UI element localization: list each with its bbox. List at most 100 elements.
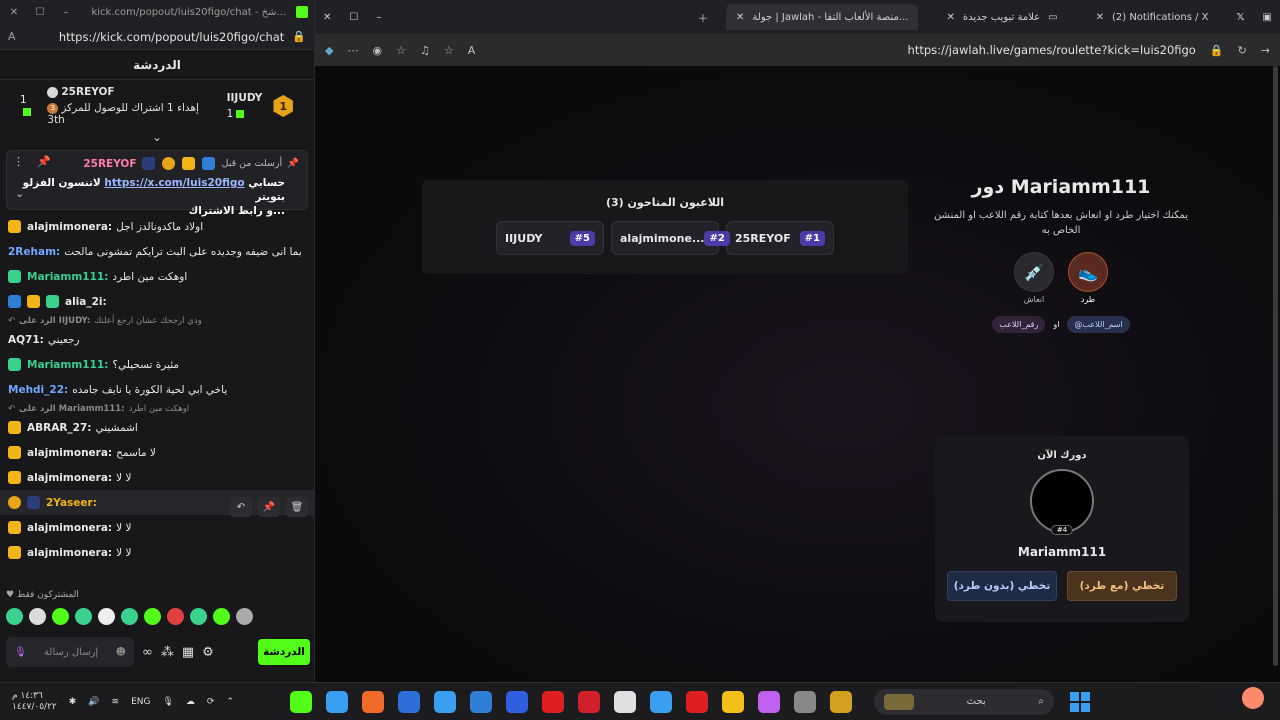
player-pill[interactable]: 25REYOF #1 bbox=[726, 221, 834, 255]
tab-actions-icon[interactable]: ▣ bbox=[1263, 12, 1272, 23]
chat-username[interactable]: alajmimonera: bbox=[27, 472, 112, 484]
taskbar-app-icon[interactable] bbox=[506, 690, 528, 713]
taskbar-app-icon[interactable] bbox=[650, 690, 672, 713]
add-favorite-icon[interactable]: ☆ bbox=[444, 44, 454, 57]
chat-username[interactable]: Mariamm111: bbox=[27, 359, 108, 371]
store-icon[interactable]: ▦ bbox=[182, 645, 194, 660]
clock[interactable]: ١٤:٣٦ م ١٤٤٧/٠٥/٢٢ bbox=[12, 691, 57, 713]
refresh-icon[interactable]: ↻ bbox=[1238, 44, 1247, 57]
chat-message[interactable]: AQ71: رجعيني bbox=[8, 327, 306, 352]
emoji-icon[interactable]: ☻ bbox=[116, 647, 126, 658]
emote-icon[interactable] bbox=[167, 608, 184, 625]
taskbar-app-icon[interactable] bbox=[542, 690, 564, 713]
taskbar-app-icon[interactable] bbox=[686, 690, 708, 713]
reply-context[interactable]: ↶ الرد على IIJUDY: ودي ارجحك عشان ارجع أعل… bbox=[8, 314, 306, 327]
minimize-icon[interactable]: – bbox=[58, 7, 74, 18]
tab-notifications[interactable]: ✕ (2) Notifications / X bbox=[1086, 4, 1219, 30]
chevron-down-icon[interactable]: ⌄ bbox=[15, 187, 24, 200]
taskbar-app-icon[interactable] bbox=[758, 690, 780, 713]
player-pill[interactable]: IIJUDY #5 bbox=[496, 221, 604, 255]
pin-message-icon[interactable]: 📌 bbox=[258, 497, 280, 517]
close-icon[interactable]: ✕ bbox=[6, 7, 22, 18]
chat-username[interactable]: Mehdi_22: bbox=[8, 384, 68, 396]
group-icon[interactable]: ⁂ bbox=[161, 645, 174, 660]
tab-close-icon[interactable]: ✕ bbox=[736, 12, 744, 23]
taskbar-search[interactable]: بحث ⌕ bbox=[874, 688, 1054, 715]
chat-message[interactable]: Mehdi_22: ياخي ابي لحية الكورة يا نايف جا… bbox=[8, 377, 306, 402]
skip-with-kick-button[interactable]: تخطي (مع طرد) bbox=[1067, 571, 1177, 601]
taskbar-app-icon[interactable] bbox=[326, 690, 348, 713]
emote-icon[interactable] bbox=[121, 608, 138, 625]
copilot-icon[interactable]: ◆ bbox=[325, 44, 333, 57]
emote-icon[interactable] bbox=[190, 608, 207, 625]
pin-icon[interactable]: 📌 bbox=[37, 155, 51, 168]
chat-input[interactable]: 🎙 إرسال رسالة ☻ bbox=[6, 637, 134, 667]
bluetooth-icon[interactable]: ✱ bbox=[69, 697, 77, 707]
skip-without-kick-button[interactable]: تخطي (بدون طرد) bbox=[947, 571, 1057, 601]
collapse-icon[interactable]: ⌄ bbox=[0, 131, 314, 146]
pinned-link[interactable]: https://x.com/luis20figo bbox=[104, 177, 244, 189]
profile-icon[interactable]: ◉ bbox=[372, 44, 382, 57]
chat-username[interactable]: Mariamm111: bbox=[27, 271, 108, 283]
tab-jawlah[interactable]: ✕ جولة | Jawlah - منصة الألعاب التفا... bbox=[726, 4, 919, 30]
taskbar-app-icon[interactable] bbox=[794, 690, 816, 713]
minimize-window-icon[interactable]: – bbox=[376, 12, 381, 23]
reply-icon[interactable]: ↶ bbox=[230, 497, 252, 517]
chat-username[interactable]: AQ71: bbox=[8, 334, 44, 346]
volume-icon[interactable]: 🔊 bbox=[88, 697, 99, 707]
emote-icon[interactable] bbox=[98, 608, 115, 625]
chat-message[interactable]: Mariamm111: اوهكت مين اطرد bbox=[8, 264, 306, 289]
chat-url[interactable]: https://kick.com/popout/luis20figo/chat bbox=[24, 30, 284, 44]
kick-action[interactable]: 👟 طرد bbox=[1068, 252, 1108, 304]
language-indicator[interactable]: ENG bbox=[131, 697, 150, 707]
chat-message[interactable]: ABRAR_27: اشمشيني bbox=[8, 415, 306, 440]
chat-message[interactable]: alajmimonera: لا لا bbox=[8, 515, 306, 540]
chat-username[interactable]: alajmimonera: bbox=[27, 221, 112, 233]
lock-icon[interactable]: 🔒 bbox=[1210, 44, 1224, 57]
maximize-icon[interactable]: ☐ bbox=[32, 7, 48, 18]
taskbar-app-icon[interactable] bbox=[434, 690, 456, 713]
cloud-icon[interactable]: ☁ bbox=[186, 697, 195, 707]
player-pill[interactable]: alajmimone... #2 bbox=[611, 221, 730, 255]
tab-new-tab[interactable]: ✕ علامة تبويب جديدة ▭ bbox=[936, 4, 1067, 30]
infinity-icon[interactable]: ∞ bbox=[142, 645, 153, 660]
taskbar-app-icon[interactable] bbox=[830, 690, 852, 713]
tab-close-icon[interactable]: ✕ bbox=[1096, 12, 1104, 23]
taskbar-app-icon[interactable] bbox=[614, 690, 636, 713]
chat-username[interactable]: alajmimonera: bbox=[27, 522, 112, 534]
chevron-up-icon[interactable]: ⌃ bbox=[226, 697, 234, 707]
taskbar-app-icon[interactable] bbox=[578, 690, 600, 713]
chat-message[interactable]: alajmimonera: لا لا bbox=[8, 540, 306, 565]
sync-icon[interactable]: ⟳ bbox=[207, 697, 215, 707]
forward-icon[interactable]: → bbox=[1261, 44, 1270, 57]
pinned-user[interactable]: 25REYOF bbox=[83, 158, 136, 170]
more-icon[interactable]: ⋯ bbox=[347, 44, 358, 57]
send-chat-button[interactable]: الدردشة bbox=[258, 639, 310, 665]
emote-icon[interactable] bbox=[236, 608, 253, 625]
chat-username[interactable]: الرد على IIJUDY: bbox=[19, 316, 90, 326]
revive-action[interactable]: 💉 انعاش bbox=[1014, 252, 1054, 304]
chat-message[interactable]: alajmimonera: لا ماسمح bbox=[8, 440, 306, 465]
taskbar-app-icon[interactable] bbox=[470, 690, 492, 713]
favorites-icon[interactable]: ☆ bbox=[396, 44, 406, 57]
wifi-icon[interactable]: ≋ bbox=[112, 697, 120, 707]
chat-message[interactable]: alia_2i: bbox=[8, 289, 306, 314]
delete-icon[interactable]: 🗑 bbox=[286, 497, 308, 517]
chat-username[interactable]: alia_2i: bbox=[65, 296, 107, 308]
chat-username[interactable]: 2Yaseer: bbox=[46, 497, 97, 509]
emote-icon[interactable] bbox=[52, 608, 69, 625]
taskbar-app-icon[interactable] bbox=[290, 690, 312, 713]
taskbar-app-icon[interactable] bbox=[398, 690, 420, 713]
extensions-icon[interactable]: ♫ bbox=[420, 44, 430, 57]
more-icon[interactable]: ⋮ bbox=[13, 155, 24, 168]
emote-icon[interactable] bbox=[29, 608, 46, 625]
taskbar-app-icon[interactable] bbox=[362, 690, 384, 713]
reply-context[interactable]: ↶ الرد على Mariamm111: اوهكت مين اطرد bbox=[8, 402, 306, 415]
read-aloud-icon[interactable]: A bbox=[468, 44, 476, 57]
chat-message[interactable]: alajmimonera: لا لا bbox=[8, 465, 306, 490]
chat-username[interactable]: الرد على Mariamm111: bbox=[19, 404, 124, 414]
scrollbar[interactable] bbox=[1273, 66, 1278, 666]
start-icon[interactable] bbox=[1070, 691, 1090, 712]
emote-icon[interactable] bbox=[75, 608, 92, 625]
mic-icon[interactable]: 🎙 bbox=[14, 647, 27, 658]
